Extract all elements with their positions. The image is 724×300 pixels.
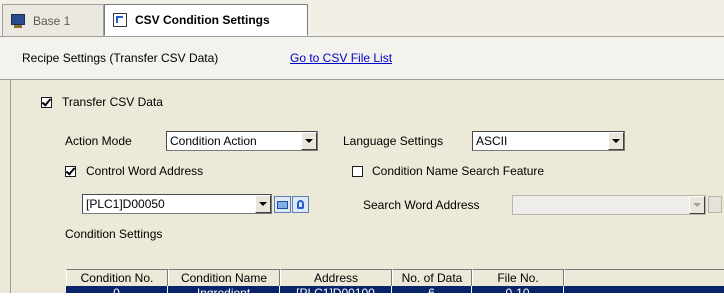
- control-word-checkbox[interactable]: [65, 166, 76, 177]
- tab-label: Base 1: [33, 13, 71, 28]
- chevron-down-icon[interactable]: [301, 132, 317, 150]
- tab-bar: Base 1 CSV Condition Settings: [0, 0, 724, 37]
- chevron-down-icon[interactable]: [608, 132, 624, 150]
- divider: [10, 80, 11, 293]
- control-word-address-select[interactable]: [PLC1]D00050: [82, 194, 272, 214]
- condition-settings-label: Condition Settings: [65, 227, 163, 241]
- settings-panel: [0, 80, 724, 293]
- table-cell-file-no: 0-10: [472, 286, 564, 300]
- tab-csv-condition-settings[interactable]: CSV Condition Settings: [104, 4, 308, 36]
- condition-name-search-checkbox[interactable]: [352, 166, 363, 177]
- condition-name-search-label: Condition Name Search Feature: [372, 164, 545, 178]
- table-cell-address: [PLC1]D00100: [280, 286, 392, 300]
- language-select[interactable]: ASCII: [472, 131, 625, 151]
- search-word-address-label: Search Word Address: [363, 198, 480, 212]
- monitor-icon: [11, 13, 27, 28]
- settings-header: Recipe Settings (Transfer CSV Data) Go t…: [0, 37, 724, 80]
- column-header-condition-name[interactable]: Condition Name: [168, 269, 280, 286]
- csv-file-icon: [113, 13, 129, 27]
- control-word-address-value: [PLC1]D00050: [86, 197, 165, 211]
- column-header-no-of-data[interactable]: No. of Data: [392, 269, 472, 286]
- column-header-address[interactable]: Address: [280, 269, 392, 286]
- chevron-down-icon[interactable]: [689, 196, 705, 214]
- table-cell-condition-name: Ingredient: [168, 286, 280, 300]
- column-header-file-no[interactable]: File No.: [472, 269, 564, 286]
- keypad-icon[interactable]: [708, 196, 722, 213]
- tab-base1[interactable]: Base 1: [2, 4, 104, 36]
- csv-file-list-link[interactable]: Go to CSV File List: [290, 51, 392, 65]
- address-help-icon[interactable]: [292, 196, 309, 213]
- transfer-csv-label: Transfer CSV Data: [62, 95, 163, 109]
- action-mode-select[interactable]: Condition Action: [166, 131, 318, 151]
- language-value: ASCII: [476, 134, 508, 148]
- table-cell-no-of-data: 6: [392, 286, 472, 300]
- keypad-icon[interactable]: [274, 196, 291, 213]
- search-word-address-select[interactable]: [512, 195, 706, 215]
- action-mode-value: Condition Action: [170, 134, 257, 148]
- transfer-csv-checkbox[interactable]: [41, 97, 52, 108]
- chevron-down-icon[interactable]: [255, 195, 271, 213]
- control-word-label: Control Word Address: [86, 164, 204, 178]
- header-title: Recipe Settings (Transfer CSV Data): [22, 51, 219, 65]
- action-mode-label: Action Mode: [65, 134, 132, 148]
- column-header-filler: [564, 269, 724, 286]
- table-cell-condition-no: 0: [66, 286, 168, 300]
- tab-label: CSV Condition Settings: [135, 13, 270, 27]
- column-header-condition-no[interactable]: Condition No.: [66, 269, 168, 286]
- language-settings-label: Language Settings: [343, 134, 444, 148]
